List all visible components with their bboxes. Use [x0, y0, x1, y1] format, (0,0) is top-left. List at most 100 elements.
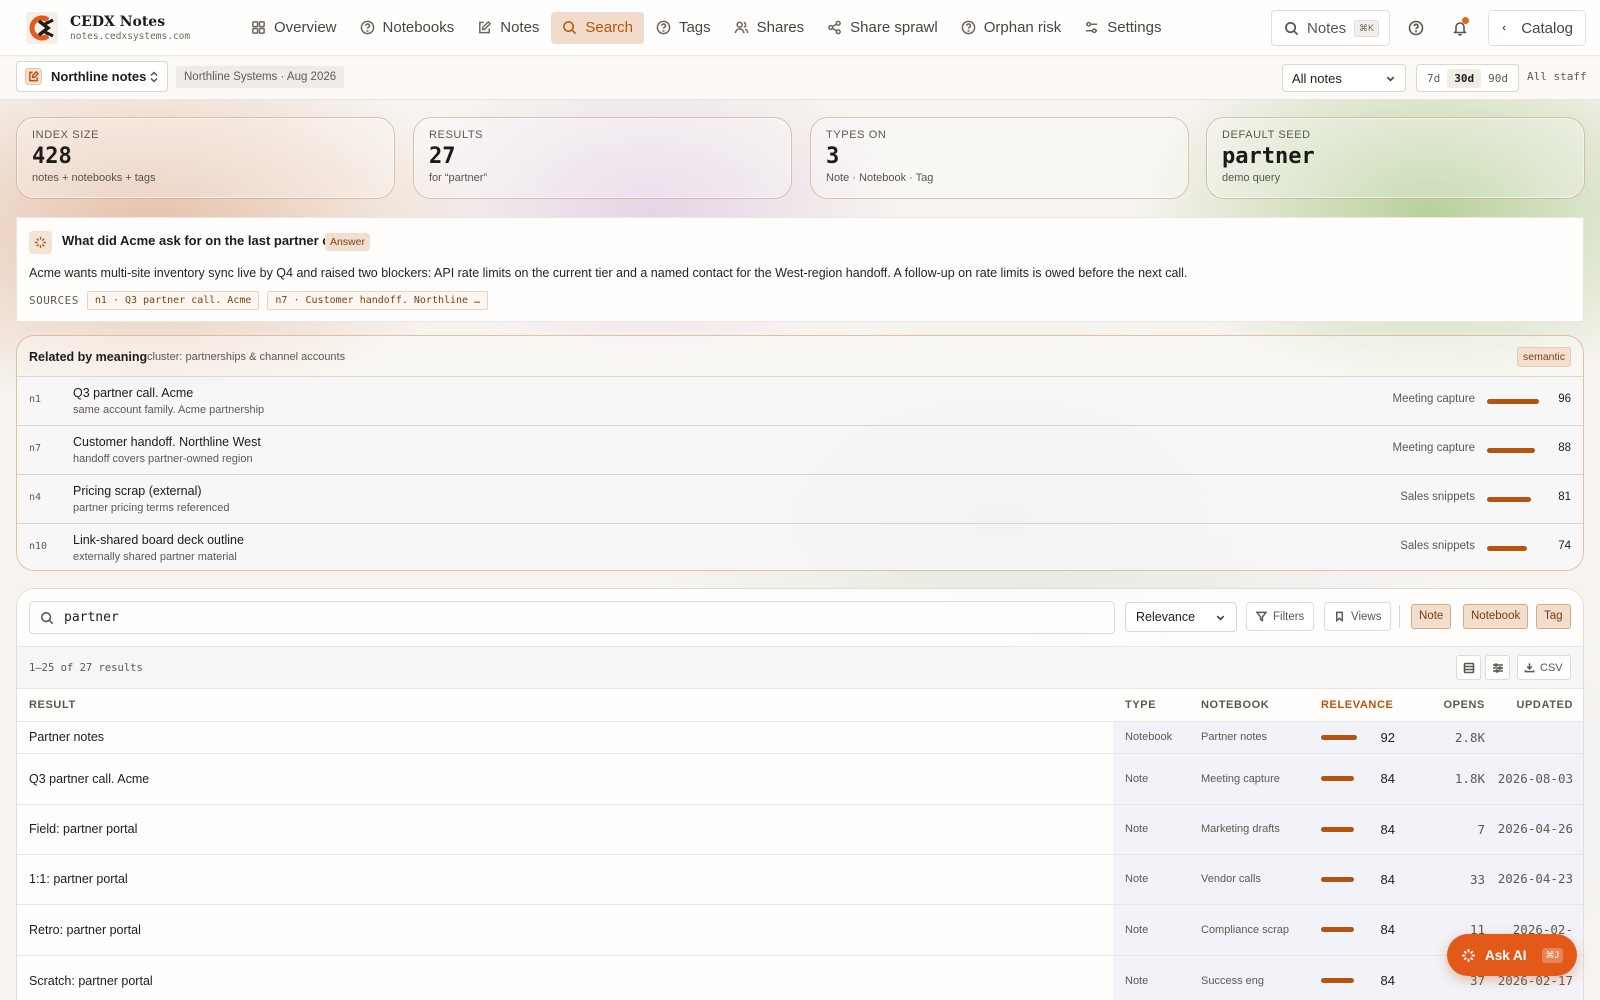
result-opens: 1.8K [1411, 753, 1495, 805]
nav-tags[interactable]: Tags [645, 12, 722, 44]
note-id: n1 [29, 394, 42, 405]
kpi-label: DEFAULT SEED [1222, 129, 1311, 141]
result-notebook: Vendor calls [1201, 854, 1321, 905]
related-row[interactable]: n4 Pricing scrap (external) partner pricin… [17, 474, 1583, 523]
density-toggle-button[interactable] [1456, 655, 1481, 680]
related-reason: same account family. Acme partnership [73, 404, 265, 416]
range-30d[interactable]: 30d [1447, 68, 1482, 88]
brand[interactable]: CEDX Notes notes.cedxsystems.com [26, 11, 216, 44]
staff-filter[interactable]: All staff [1527, 70, 1587, 83]
source-chip[interactable]: n7 · Customer handoff. Northline … [267, 291, 489, 310]
results-toolbar: 1–25 of 27 results CSV [17, 647, 1583, 689]
filter-icon [1256, 611, 1267, 622]
related-by-meaning-panel: Related by meaning cluster: partnerships… [16, 335, 1584, 571]
nav-label: Overview [274, 19, 337, 36]
columns-settings-button[interactable] [1485, 655, 1510, 680]
sort-select[interactable]: Relevance [1125, 602, 1237, 632]
grid-icon [252, 21, 265, 34]
related-cluster: cluster: partnerships & channel accounts [147, 351, 346, 363]
notebook-switcher[interactable]: Northline notes [16, 61, 168, 92]
type-chip-notebook[interactable]: Notebook [1463, 604, 1529, 629]
notes-filter-select[interactable]: All notes [1282, 64, 1406, 92]
result-title[interactable]: Partner notes [17, 721, 1113, 754]
org-period-chip: Northline Systems · Aug 2026 [176, 66, 345, 88]
table-row[interactable]: 1:1: partner portal Note Vendor calls 84 33 2… [17, 854, 1583, 905]
result-type: Note [1113, 854, 1201, 905]
relevance-bar [1321, 927, 1354, 932]
related-notebook: Sales snippets [1400, 540, 1475, 552]
relevance-bar [1321, 876, 1354, 882]
related-row[interactable]: n1 Q3 partner call. Acme same account fami… [17, 376, 1583, 425]
range-7d[interactable]: 7d [1420, 69, 1447, 88]
nav-shares[interactable]: Shares [723, 12, 816, 44]
views-button[interactable]: Views [1324, 602, 1392, 631]
table-row[interactable]: Field: partner portal Note Marketing draft… [17, 804, 1583, 855]
nav-notes[interactable]: Notes [466, 12, 550, 44]
related-row[interactable]: n10 Link-shared board deck outline externa… [17, 523, 1583, 570]
col-type[interactable]: TYPE [1113, 689, 1201, 722]
result-relevance: 84 [1321, 955, 1411, 1000]
nav-orphan-risk[interactable]: Orphan risk [950, 12, 1073, 44]
col-updated[interactable]: UPDATED [1495, 689, 1583, 722]
notes-filter-value: All notes [1292, 70, 1342, 86]
share-icon [828, 20, 842, 35]
app-name: CEDX Notes [70, 13, 166, 30]
search-query: partner [64, 610, 119, 625]
result-title[interactable]: Retro: partner portal [17, 904, 1113, 956]
nav-search[interactable]: Search [551, 11, 644, 44]
help-button[interactable] [1398, 10, 1434, 46]
ask-ai-label: Ask AI [1485, 947, 1527, 963]
result-title[interactable]: 1:1: partner portal [17, 854, 1113, 905]
table-row[interactable]: Scratch: partner portal Note Success eng 84… [17, 955, 1583, 1000]
table-row[interactable]: Retro: partner portal Note Compliance scra… [17, 904, 1583, 956]
notifications-button[interactable] [1442, 10, 1478, 46]
ask-ai-button[interactable]: Ask AI ⌘J [1447, 934, 1577, 976]
result-title[interactable]: Q3 partner call. Acme [17, 753, 1113, 805]
divider [1399, 605, 1400, 628]
sliders-icon [1492, 662, 1503, 673]
help-circle-icon [1408, 20, 1424, 36]
query-bar: partner Relevance Filters Views Note Not… [17, 589, 1583, 647]
col-notebook[interactable]: NOTEBOOK [1201, 689, 1321, 722]
nav-notebooks[interactable]: Notebooks [349, 12, 466, 44]
related-row[interactable]: n7 Customer handoff. Northline West handof… [17, 425, 1583, 474]
nav-items: Overview Notebooks Notes Search Tags Sha… [240, 11, 1173, 44]
filters-button[interactable]: Filters [1246, 602, 1315, 631]
result-opens: 2.8K [1411, 721, 1495, 754]
nav-label: Notes [500, 19, 540, 36]
kpi-index-size: INDEX SIZE 428 notes + notebooks + tags [16, 117, 395, 199]
table-row[interactable]: Q3 partner call. Acme Note Meeting capture… [17, 753, 1583, 805]
relevance-score: 84 [1380, 771, 1395, 786]
csv-label: CSV [1540, 661, 1563, 674]
result-notebook: Partner notes [1201, 721, 1321, 754]
col-result[interactable]: RESULT [17, 689, 1113, 722]
nav-overview[interactable]: Overview [240, 12, 348, 44]
type-chip-note[interactable]: Note [1411, 604, 1452, 629]
relevance-bar [1321, 826, 1354, 832]
catalog-button[interactable]: Catalog [1488, 10, 1586, 46]
export-csv-button[interactable]: CSV [1517, 655, 1571, 680]
related-reason: handoff covers partner-owned region [73, 453, 253, 465]
ask-ai-shortcut: ⌘J [1541, 947, 1563, 963]
related-notebook: Meeting capture [1392, 393, 1475, 405]
sort-value: Relevance [1136, 610, 1196, 624]
col-relevance[interactable]: RELEVANCE [1321, 689, 1411, 722]
results-count: 1–25 of 27 results [29, 662, 143, 674]
nav-settings[interactable]: Settings [1073, 12, 1172, 44]
ai-answer-panel: What did Acme ask for on the last partne… [16, 217, 1584, 322]
search-input[interactable]: partner [29, 601, 1115, 634]
result-title[interactable]: Field: partner portal [17, 804, 1113, 855]
range-90d[interactable]: 90d [1481, 69, 1515, 88]
col-opens[interactable]: OPENS [1411, 689, 1495, 722]
answer-text: Acme wants multi-site inventory sync liv… [29, 266, 1188, 280]
nav-share-sprawl[interactable]: Share sprawl [816, 12, 949, 44]
global-search-button[interactable]: Notes ⌘K [1271, 10, 1390, 46]
nav-label: Tags [678, 19, 711, 36]
result-title[interactable]: Scratch: partner portal [17, 955, 1113, 1000]
source-chip[interactable]: n1 · Q3 partner call. Acme [86, 291, 260, 310]
result-type: Note [1113, 804, 1201, 855]
table-row[interactable]: Partner notes Notebook Partner notes 92 2.8K [17, 721, 1583, 754]
type-chip-tag[interactable]: Tag [1536, 604, 1571, 629]
result-type: Note [1113, 904, 1201, 956]
semantic-badge: semantic [1516, 347, 1571, 367]
